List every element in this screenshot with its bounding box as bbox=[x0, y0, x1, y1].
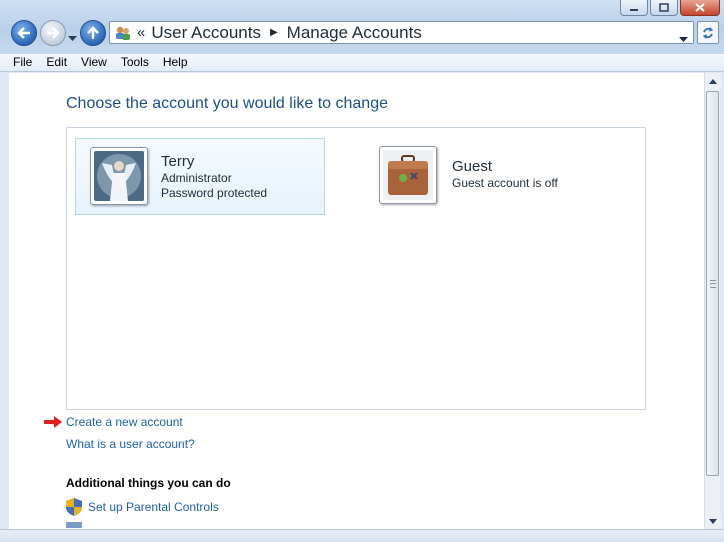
account-name: Terry bbox=[161, 153, 195, 170]
parental-controls-link[interactable]: Set up Parental Controls bbox=[88, 500, 219, 514]
account-info: Terry Administrator Password protected bbox=[161, 153, 267, 214]
angel-picture bbox=[94, 151, 144, 201]
content-pane: Choose the account you would like to cha… bbox=[9, 73, 704, 529]
link-icon bbox=[66, 522, 82, 528]
breadcrumb-separator-icon[interactable]: ▶ bbox=[270, 27, 278, 38]
minimize-icon bbox=[630, 8, 638, 11]
vertical-scrollbar[interactable] bbox=[704, 73, 721, 529]
scroll-up-button[interactable] bbox=[705, 73, 721, 89]
menu-file[interactable]: File bbox=[13, 54, 32, 71]
up-arrow-icon bbox=[87, 26, 99, 39]
account-type: Administrator bbox=[161, 171, 232, 185]
parental-controls-row: Set up Parental Controls bbox=[66, 498, 219, 516]
user-accounts-icon bbox=[113, 24, 133, 42]
menu-tools[interactable]: Tools bbox=[121, 54, 149, 71]
page-title: Choose the account you would like to cha… bbox=[66, 95, 388, 112]
breadcrumb-user-accounts[interactable]: User Accounts bbox=[151, 23, 261, 43]
back-button[interactable] bbox=[11, 20, 37, 46]
create-account-link[interactable]: Create a new account bbox=[66, 415, 183, 429]
maximize-button[interactable] bbox=[650, 0, 678, 16]
forward-arrow-icon bbox=[47, 27, 60, 39]
scroll-down-button[interactable] bbox=[705, 513, 721, 529]
scrollbar-thumb[interactable] bbox=[706, 91, 719, 476]
shield-icon bbox=[66, 498, 82, 516]
scrollbar-grip bbox=[710, 280, 716, 288]
account-name: Guest bbox=[452, 158, 493, 175]
account-info: Guest Guest account is off bbox=[452, 158, 558, 208]
account-tile-guest[interactable]: Guest Guest account is off bbox=[379, 146, 629, 208]
close-icon bbox=[695, 3, 705, 12]
maximize-icon bbox=[659, 3, 669, 12]
menu-edit[interactable]: Edit bbox=[46, 54, 67, 71]
menu-view[interactable]: View bbox=[81, 54, 107, 71]
chevron-down-icon bbox=[709, 518, 717, 524]
minimize-button[interactable] bbox=[620, 0, 648, 16]
recent-pages-dropdown[interactable] bbox=[68, 29, 77, 47]
menu-help[interactable]: Help bbox=[163, 54, 188, 71]
suitcase-picture bbox=[383, 150, 433, 200]
title-bar: « User Accounts ▶ Manage Accounts bbox=[0, 0, 724, 54]
account-tile-terry[interactable]: Terry Administrator Password protected bbox=[75, 138, 325, 215]
menu-bar: File Edit View Tools Help bbox=[0, 54, 724, 72]
address-bar[interactable]: « User Accounts ▶ Manage Accounts bbox=[109, 21, 694, 44]
window-controls bbox=[620, 0, 720, 16]
red-arrow-icon bbox=[44, 416, 62, 428]
refresh-icon bbox=[703, 26, 713, 39]
additional-heading: Additional things you can do bbox=[66, 476, 231, 490]
what-is-user-account-link[interactable]: What is a user account? bbox=[66, 437, 195, 451]
avatar bbox=[379, 146, 437, 204]
close-button[interactable] bbox=[680, 0, 720, 16]
breadcrumb-manage-accounts[interactable]: Manage Accounts bbox=[287, 23, 422, 43]
up-button[interactable] bbox=[80, 20, 106, 46]
account-list: Terry Administrator Password protected G… bbox=[66, 127, 646, 410]
forward-button[interactable] bbox=[40, 20, 66, 46]
avatar bbox=[90, 147, 148, 205]
cut-off-link[interactable] bbox=[66, 522, 82, 528]
back-arrow-icon bbox=[17, 27, 30, 39]
account-status: Guest account is off bbox=[452, 176, 558, 190]
chevron-up-icon bbox=[709, 78, 717, 84]
status-bar bbox=[0, 529, 724, 542]
chevron-down-icon bbox=[679, 37, 688, 42]
breadcrumb-overflow[interactable]: « bbox=[137, 24, 145, 41]
create-account-row: Create a new account bbox=[44, 415, 183, 429]
address-dropdown[interactable] bbox=[679, 30, 688, 48]
refresh-button[interactable] bbox=[697, 21, 719, 44]
account-status: Password protected bbox=[161, 186, 268, 200]
chevron-down-icon bbox=[68, 36, 77, 41]
